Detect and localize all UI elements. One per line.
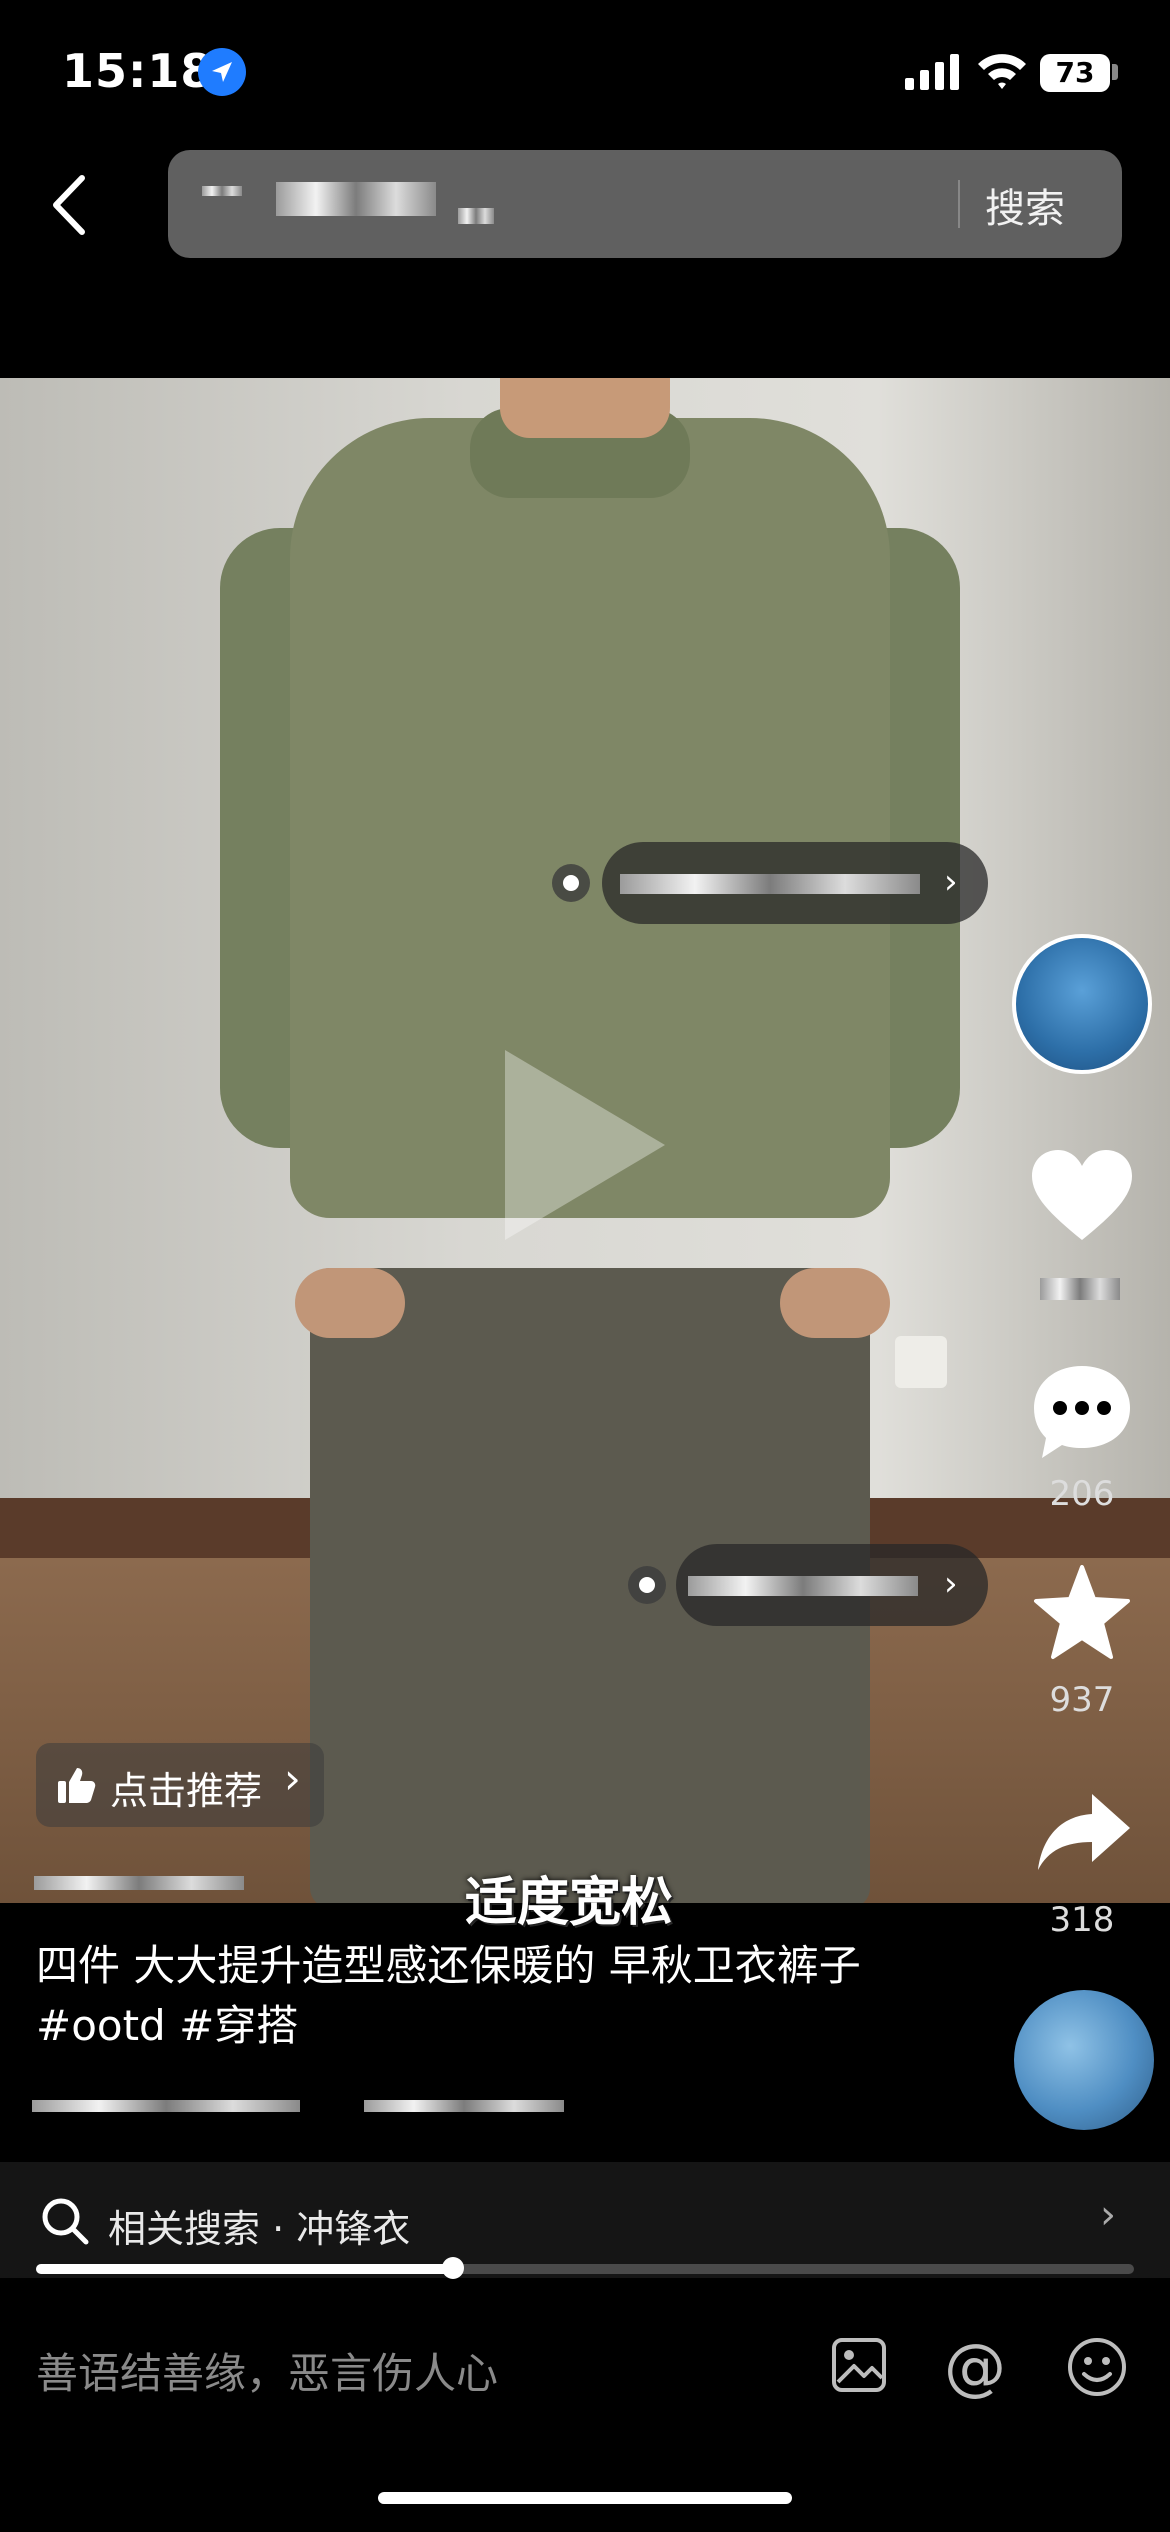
music-avatar[interactable]	[1014, 1990, 1154, 2130]
thumbs-up-icon	[58, 1768, 96, 1803]
obscured-post-meta	[364, 2100, 564, 2112]
at-icon[interactable]: @	[944, 2330, 1006, 2403]
obscured-post-meta	[32, 2100, 300, 2112]
comment-icon[interactable]	[1030, 1360, 1134, 1468]
video-subtitle: 适度宽松	[465, 1873, 674, 1933]
obscured-query-text	[202, 186, 242, 196]
obscured-tag-text	[688, 1576, 918, 1596]
video-progress-handle[interactable]	[442, 2257, 464, 2279]
search-divider	[958, 180, 960, 228]
play-icon[interactable]	[505, 1050, 665, 1240]
obscured-query-text	[458, 208, 494, 224]
product-tag-dot[interactable]	[628, 1566, 666, 1604]
home-indicator	[378, 2492, 792, 2504]
image-icon[interactable]	[830, 2336, 888, 2398]
product-tag[interactable]: ›	[676, 1544, 988, 1626]
search-input[interactable]	[168, 150, 1122, 258]
location-icon	[198, 48, 246, 96]
star-icon[interactable]	[1032, 1565, 1132, 1665]
status-time: 15:18	[62, 44, 214, 98]
chevron-right-icon: ›	[284, 1754, 301, 1803]
comment-input[interactable]: 善语结善缘，恶言伤人心	[36, 2340, 498, 2401]
video-progress-fill	[36, 2264, 453, 2274]
favorite-count: 937	[1049, 1680, 1115, 1720]
obscured-query-text	[276, 182, 436, 216]
person-neck	[500, 378, 670, 438]
related-search-label: 相关搜索 · 冲锋衣	[108, 2207, 411, 2251]
recommend-label: 点击推荐	[110, 1769, 263, 1813]
search-button[interactable]: 搜索	[985, 176, 1065, 234]
obscured-author-name	[34, 1876, 244, 1890]
wifi-icon	[976, 50, 1028, 94]
person-hand	[295, 1268, 405, 1338]
heart-icon[interactable]	[1030, 1148, 1134, 1248]
share-icon[interactable]	[1036, 1790, 1132, 1878]
battery-tip	[1112, 64, 1118, 80]
search-icon	[42, 2198, 89, 2245]
share-count: 318	[1049, 1900, 1115, 1940]
wall-outlet	[895, 1336, 947, 1388]
emoji-icon[interactable]	[1066, 2336, 1128, 2402]
product-tag[interactable]: ›	[602, 842, 988, 924]
person-hand	[780, 1268, 890, 1338]
comment-count: 206	[1049, 1474, 1115, 1514]
author-avatar[interactable]	[1012, 934, 1152, 1074]
status-bar: 15:18 73	[0, 0, 1170, 140]
battery-indicator: 73	[1040, 54, 1110, 92]
post-caption[interactable]: 四件 大大提升造型感还保暖的 早秋卫衣裤子#ootd #穿搭	[36, 1936, 916, 2056]
obscured-like-count	[1040, 1278, 1120, 1300]
chevron-right-icon: ›	[944, 1564, 958, 1604]
chevron-right-icon: ›	[1100, 2192, 1116, 2238]
product-tag-dot[interactable]	[552, 864, 590, 902]
back-icon[interactable]	[44, 170, 92, 240]
obscured-tag-text	[620, 874, 920, 894]
signal-icon	[905, 54, 961, 94]
chevron-right-icon: ›	[944, 862, 958, 902]
